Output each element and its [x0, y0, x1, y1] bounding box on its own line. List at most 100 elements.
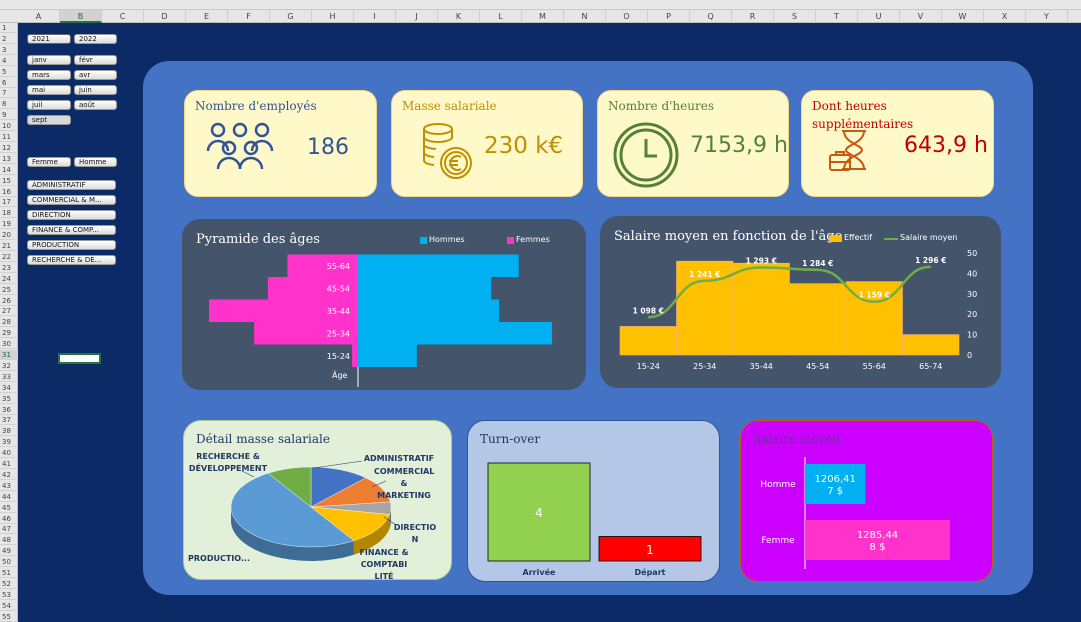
row-header-31[interactable]: 31 — [0, 350, 18, 360]
row-header-17[interactable]: 17 — [0, 197, 18, 208]
slicer-month-mai[interactable]: mai — [27, 85, 71, 95]
row-header-11[interactable]: 11 — [0, 132, 18, 142]
row-header-8[interactable]: 8 — [0, 99, 18, 110]
row-header-39[interactable]: 39 — [0, 437, 18, 448]
column-header-K[interactable]: K — [438, 10, 480, 23]
row-header-30[interactable]: 30 — [0, 339, 18, 350]
row-header-9[interactable]: 9 — [0, 110, 18, 121]
row-header-19[interactable]: 19 — [0, 219, 18, 230]
slicer-year-2021[interactable]: 2021 — [27, 34, 71, 44]
row-header-40[interactable]: 40 — [0, 448, 18, 459]
slicer-dept-direction[interactable]: DIRECTION — [27, 210, 116, 220]
row-header-4[interactable]: 4 — [0, 56, 18, 66]
column-header-X[interactable]: X — [984, 10, 1026, 23]
row-header-51[interactable]: 51 — [0, 568, 18, 578]
column-header-B[interactable]: B — [60, 10, 102, 23]
row-header-54[interactable]: 54 — [0, 601, 18, 611]
slicer-month-mars[interactable]: mars — [27, 70, 71, 80]
row-header-52[interactable]: 52 — [0, 579, 18, 589]
column-header-R[interactable]: R — [732, 10, 774, 23]
row-header-21[interactable]: 21 — [0, 241, 18, 251]
slicer-month-sept[interactable]: sept — [27, 115, 71, 125]
column-header-W[interactable]: W — [942, 10, 984, 23]
column-header-I[interactable]: I — [354, 10, 396, 23]
slicer-year-2022[interactable]: 2022 — [74, 34, 117, 44]
row-header-27[interactable]: 27 — [0, 306, 18, 317]
row-header-32[interactable]: 32 — [0, 361, 18, 371]
row-header-3[interactable]: 3 — [0, 45, 18, 55]
column-header-N[interactable]: N — [564, 10, 606, 23]
slicer-month-fevr[interactable]: févr — [74, 55, 117, 65]
row-header-10[interactable]: 10 — [0, 121, 18, 132]
column-header-M[interactable]: M — [522, 10, 564, 23]
slicer-month-aout[interactable]: août — [74, 100, 117, 110]
row-header-47[interactable]: 47 — [0, 524, 18, 535]
column-header-E[interactable]: E — [186, 10, 228, 23]
column-header-V[interactable]: V — [900, 10, 942, 23]
slicer-month-juin[interactable]: juin — [74, 85, 117, 95]
row-header-6[interactable]: 6 — [0, 78, 18, 88]
row-header-38[interactable]: 38 — [0, 426, 18, 437]
row-header-43[interactable]: 43 — [0, 481, 18, 491]
column-header-L[interactable]: L — [480, 10, 522, 23]
slicer-month-juil[interactable]: juil — [27, 100, 71, 110]
row-header-44[interactable]: 44 — [0, 492, 18, 502]
row-header-22[interactable]: 22 — [0, 252, 18, 262]
row-header-7[interactable]: 7 — [0, 88, 18, 99]
column-header-D[interactable]: D — [144, 10, 186, 23]
slicer-month-janv[interactable]: janv — [27, 55, 71, 65]
row-header-46[interactable]: 46 — [0, 514, 18, 524]
row-header-26[interactable]: 26 — [0, 296, 18, 306]
row-header-23[interactable]: 23 — [0, 263, 18, 273]
column-header-P[interactable]: P — [648, 10, 690, 23]
slicer-dept-production[interactable]: PRODUCTION — [27, 240, 116, 250]
row-header-13[interactable]: 13 — [0, 154, 18, 164]
slicer-dept-admin[interactable]: ADMINISTRATIF — [27, 180, 116, 190]
row-header-16[interactable]: 16 — [0, 187, 18, 197]
row-header-42[interactable]: 42 — [0, 470, 18, 480]
row-header-28[interactable]: 28 — [0, 317, 18, 328]
column-header-A[interactable]: A — [18, 10, 60, 23]
column-header-F[interactable]: F — [228, 10, 270, 23]
slicer-dept-commercial[interactable]: COMMERCIAL & M... — [27, 195, 116, 205]
column-header-J[interactable]: J — [396, 10, 438, 23]
slicer-dept-rd[interactable]: RECHERCHE & DE... — [27, 255, 116, 265]
column-header-U[interactable]: U — [858, 10, 900, 23]
column-header-S[interactable]: S — [774, 10, 816, 23]
row-header-55[interactable]: 55 — [0, 612, 18, 622]
row-header-25[interactable]: 25 — [0, 285, 18, 295]
row-header-49[interactable]: 49 — [0, 546, 18, 557]
row-header-45[interactable]: 45 — [0, 503, 18, 513]
row-header-34[interactable]: 34 — [0, 383, 18, 393]
row-header-20[interactable]: 20 — [0, 230, 18, 241]
column-header-C[interactable]: C — [102, 10, 144, 23]
row-header-50[interactable]: 50 — [0, 557, 18, 568]
slicer-gender-femme[interactable]: Femme — [27, 157, 71, 167]
row-header-36[interactable]: 36 — [0, 405, 18, 415]
row-header-29[interactable]: 29 — [0, 328, 18, 339]
row-header-18[interactable]: 18 — [0, 208, 18, 219]
column-header-Y[interactable]: Y — [1026, 10, 1068, 23]
row-header-24[interactable]: 24 — [0, 274, 18, 284]
column-header-O[interactable]: O — [606, 10, 648, 23]
row-header-53[interactable]: 53 — [0, 590, 18, 600]
row-header-33[interactable]: 33 — [0, 372, 18, 382]
column-header-H[interactable]: H — [312, 10, 354, 23]
slicer-gender-homme[interactable]: Homme — [74, 157, 117, 167]
row-header-35[interactable]: 35 — [0, 394, 18, 404]
row-header-48[interactable]: 48 — [0, 535, 18, 546]
selected-cell[interactable] — [58, 353, 101, 364]
row-header-41[interactable]: 41 — [0, 459, 18, 469]
row-header-5[interactable]: 5 — [0, 67, 18, 77]
row-header-14[interactable]: 14 — [0, 165, 18, 175]
row-header-37[interactable]: 37 — [0, 415, 18, 426]
slicer-month-avr[interactable]: avr — [74, 70, 117, 80]
column-header-Q[interactable]: Q — [690, 10, 732, 23]
column-header-T[interactable]: T — [816, 10, 858, 23]
row-header-1[interactable]: 1 — [0, 23, 18, 33]
slicer-dept-finance[interactable]: FINANCE & COMP... — [27, 225, 116, 235]
row-header-12[interactable]: 12 — [0, 143, 18, 153]
column-header-G[interactable]: G — [270, 10, 312, 23]
row-header-2[interactable]: 2 — [0, 34, 18, 44]
row-header-15[interactable]: 15 — [0, 176, 18, 186]
